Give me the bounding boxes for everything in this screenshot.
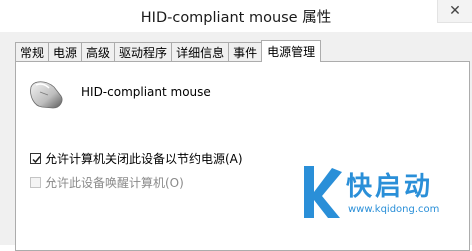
tab-events[interactable]: 事件	[228, 42, 263, 61]
allow-wake-label: 允许此设备唤醒计算机(O)	[45, 176, 184, 190]
tab-details[interactable]: 详细信息	[171, 42, 230, 61]
mouse-icon	[28, 80, 64, 110]
watermark-brand: 快启动	[346, 172, 434, 202]
tab-advanced[interactable]: 高级	[81, 42, 116, 61]
tab-driver[interactable]: 驱动程序	[114, 42, 173, 61]
tab-general[interactable]: 常规	[15, 42, 50, 61]
checkmark-icon	[32, 156, 41, 164]
watermark-url: www.kqidong.com	[348, 204, 440, 215]
close-button[interactable]: ✕	[437, 0, 472, 23]
brand-logo-icon	[304, 166, 342, 218]
device-name: HID-compliant mouse	[81, 85, 211, 99]
title-bar: HID-compliant mouse 属性 ✕	[0, 0, 472, 32]
window-title: HID-compliant mouse 属性	[140, 10, 332, 26]
allow-wake-checkbox	[30, 177, 41, 188]
allow-turn-off-label: 允许计算机关闭此设备以节约电源(A)	[45, 152, 243, 166]
allow-turn-off-checkbox[interactable]	[30, 153, 41, 164]
watermark: 快启动 www.kqidong.com	[300, 162, 470, 224]
allow-wake-option: 允许此设备唤醒计算机(O)	[30, 174, 184, 191]
tab-power[interactable]: 电源	[48, 42, 83, 61]
tab-power-management[interactable]: 电源管理	[261, 40, 322, 62]
close-icon: ✕	[449, 3, 461, 19]
tab-strip: 常规 电源 高级 驱动程序 详细信息 事件 电源管理	[15, 40, 322, 62]
allow-turn-off-option[interactable]: 允许计算机关闭此设备以节约电源(A)	[30, 150, 243, 167]
